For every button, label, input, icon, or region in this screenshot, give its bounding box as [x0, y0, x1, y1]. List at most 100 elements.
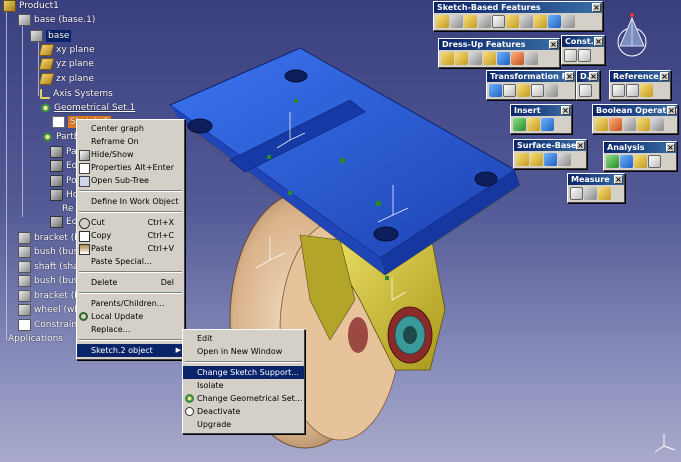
- tree-node-component[interactable]: shaft (shaf: [18, 261, 82, 273]
- shell-icon[interactable]: [483, 52, 496, 65]
- submenu-item-change-sketch-support[interactable]: Change Sketch Support...: [183, 366, 304, 379]
- menu-item-sketch-object[interactable]: Sketch.2 object ▶: [77, 344, 184, 357]
- remove-face-icon[interactable]: [525, 52, 538, 65]
- submenu-item-upgrade[interactable]: Upgrade: [183, 418, 304, 431]
- tree-node-component[interactable]: bracket (br: [18, 232, 84, 244]
- measure-item-icon[interactable]: [584, 187, 597, 200]
- submenu-item-isolate[interactable]: Isolate: [183, 379, 304, 392]
- menu-item-cut[interactable]: Cut Ctrl+X: [77, 216, 184, 229]
- annotation-icon[interactable]: [579, 84, 592, 97]
- tree-node-feature[interactable]: Ed: [50, 216, 77, 228]
- menu-item-properties[interactable]: Properties Alt+Enter: [77, 161, 184, 174]
- menu-item-reframe-on[interactable]: Reframe On: [77, 135, 184, 148]
- tree-node-plane-zx[interactable]: zx plane: [38, 73, 94, 85]
- tree-node-plane-xy[interactable]: xy plane: [38, 44, 94, 56]
- close-icon[interactable]: ×: [565, 72, 574, 81]
- slot-icon[interactable]: [520, 15, 533, 28]
- scaling-icon[interactable]: [531, 84, 544, 97]
- analysis-icon[interactable]: [648, 155, 661, 168]
- close-icon[interactable]: ×: [561, 106, 570, 115]
- stiffener-icon[interactable]: [534, 15, 547, 28]
- measure-inertia-icon[interactable]: [598, 187, 611, 200]
- close-icon[interactable]: ×: [594, 37, 603, 46]
- edge-fillet-icon[interactable]: [441, 52, 454, 65]
- close-icon[interactable]: ×: [614, 175, 623, 184]
- menu-item-paste[interactable]: Paste Ctrl+V: [77, 242, 184, 255]
- close-icon[interactable]: ×: [549, 40, 558, 49]
- tree-node-body[interactable]: base: [30, 30, 72, 42]
- affinity-icon[interactable]: [545, 84, 558, 97]
- close-icon[interactable]: ×: [592, 3, 601, 12]
- compass-icon[interactable]: [612, 12, 652, 62]
- menu-item-open-sub-tree[interactable]: Open Sub-Tree: [77, 174, 184, 187]
- thick-surface-icon[interactable]: [530, 153, 543, 166]
- menu-item-copy[interactable]: Copy Ctrl+C: [77, 229, 184, 242]
- close-icon[interactable]: ×: [576, 141, 585, 150]
- close-icon[interactable]: ×: [667, 106, 676, 115]
- tree-node-plane-yz[interactable]: yz plane: [38, 58, 94, 70]
- base-plate[interactable]: [169, 47, 516, 259]
- tree-node-product[interactable]: Product1: [3, 0, 59, 12]
- tree-node-feature[interactable]: Po: [50, 175, 77, 187]
- close-icon[interactable]: ×: [660, 72, 669, 81]
- menu-item-local-update[interactable]: Local Update: [77, 310, 184, 323]
- groove-icon[interactable]: [478, 15, 491, 28]
- tree-node-part[interactable]: base (base.1): [18, 14, 95, 26]
- menu-item-define-in-work-object[interactable]: Define In Work Object: [77, 195, 184, 208]
- menu-item-replace[interactable]: Replace...: [77, 323, 184, 336]
- pocket-icon[interactable]: [450, 15, 463, 28]
- submenu-item-open-in-new-window[interactable]: Open in New Window: [183, 345, 304, 358]
- menu-item-hide-show[interactable]: Hide/Show: [77, 148, 184, 161]
- close-icon[interactable]: ×: [589, 72, 598, 81]
- split-icon[interactable]: [516, 153, 529, 166]
- ordered-geometrical-set-icon[interactable]: [541, 118, 554, 131]
- line-icon[interactable]: [626, 84, 639, 97]
- shaft-icon[interactable]: [464, 15, 477, 28]
- assemble-icon[interactable]: [595, 118, 608, 131]
- mirror-icon[interactable]: [503, 84, 516, 97]
- intersect-icon[interactable]: [637, 118, 650, 131]
- constraint-icon[interactable]: [564, 49, 577, 62]
- remove-lump-icon[interactable]: [651, 118, 664, 131]
- tree-node-component[interactable]: bush (bush: [18, 275, 84, 287]
- thread-analysis-icon[interactable]: [634, 155, 647, 168]
- thread-icon[interactable]: [511, 52, 524, 65]
- geometrical-set-icon[interactable]: [527, 118, 540, 131]
- menu-item-center-graph[interactable]: Center graph: [77, 122, 184, 135]
- tree-node-feature[interactable]: Ed: [50, 160, 77, 172]
- hole-icon[interactable]: [492, 15, 505, 28]
- pad-icon[interactable]: [436, 15, 449, 28]
- translation-icon[interactable]: [489, 84, 502, 97]
- pattern-icon[interactable]: [517, 84, 530, 97]
- rib-icon[interactable]: [506, 15, 519, 28]
- remove-icon[interactable]: [623, 118, 636, 131]
- loft-icon[interactable]: [548, 15, 561, 28]
- submenu-item-edit[interactable]: Edit: [183, 332, 304, 345]
- tree-node-component[interactable]: bush (bush: [18, 246, 84, 258]
- curvature-analysis-icon[interactable]: [620, 155, 633, 168]
- draft-analysis-icon[interactable]: [606, 155, 619, 168]
- close-icon[interactable]: ×: [666, 143, 675, 152]
- point-icon[interactable]: [612, 84, 625, 97]
- add-icon[interactable]: [609, 118, 622, 131]
- close-surface-icon[interactable]: [544, 153, 557, 166]
- measure-between-icon[interactable]: [570, 187, 583, 200]
- menu-item-paste-special[interactable]: Paste Special...: [77, 255, 184, 268]
- tree-node-feature[interactable]: Pa: [50, 146, 77, 158]
- chamfer-icon[interactable]: [455, 52, 468, 65]
- tree-node-axis-systems[interactable]: Axis Systems: [40, 88, 113, 100]
- constraint-dialog-icon[interactable]: [578, 49, 591, 62]
- draft-icon[interactable]: [469, 52, 482, 65]
- submenu-item-deactivate[interactable]: Deactivate: [183, 405, 304, 418]
- menu-item-delete[interactable]: Delete Del: [77, 276, 184, 289]
- tree-node-feature[interactable]: Re: [62, 203, 73, 215]
- body-icon[interactable]: [513, 118, 526, 131]
- tree-node-constraints[interactable]: Constraint: [18, 319, 81, 331]
- thickness-icon[interactable]: [497, 52, 510, 65]
- menu-item-parents-children[interactable]: Parents/Children...: [77, 297, 184, 310]
- tree-node-applications[interactable]: Applications: [8, 333, 63, 345]
- 3d-viewport[interactable]: Product1 base (base.1) base xy plane yz …: [0, 0, 681, 462]
- tree-node-component[interactable]: bracket (br: [18, 290, 84, 302]
- submenu-item-change-geometrical-set[interactable]: Change Geometrical Set...: [183, 392, 304, 405]
- tree-node-geometrical-set[interactable]: Geometrical Set.1: [40, 102, 135, 114]
